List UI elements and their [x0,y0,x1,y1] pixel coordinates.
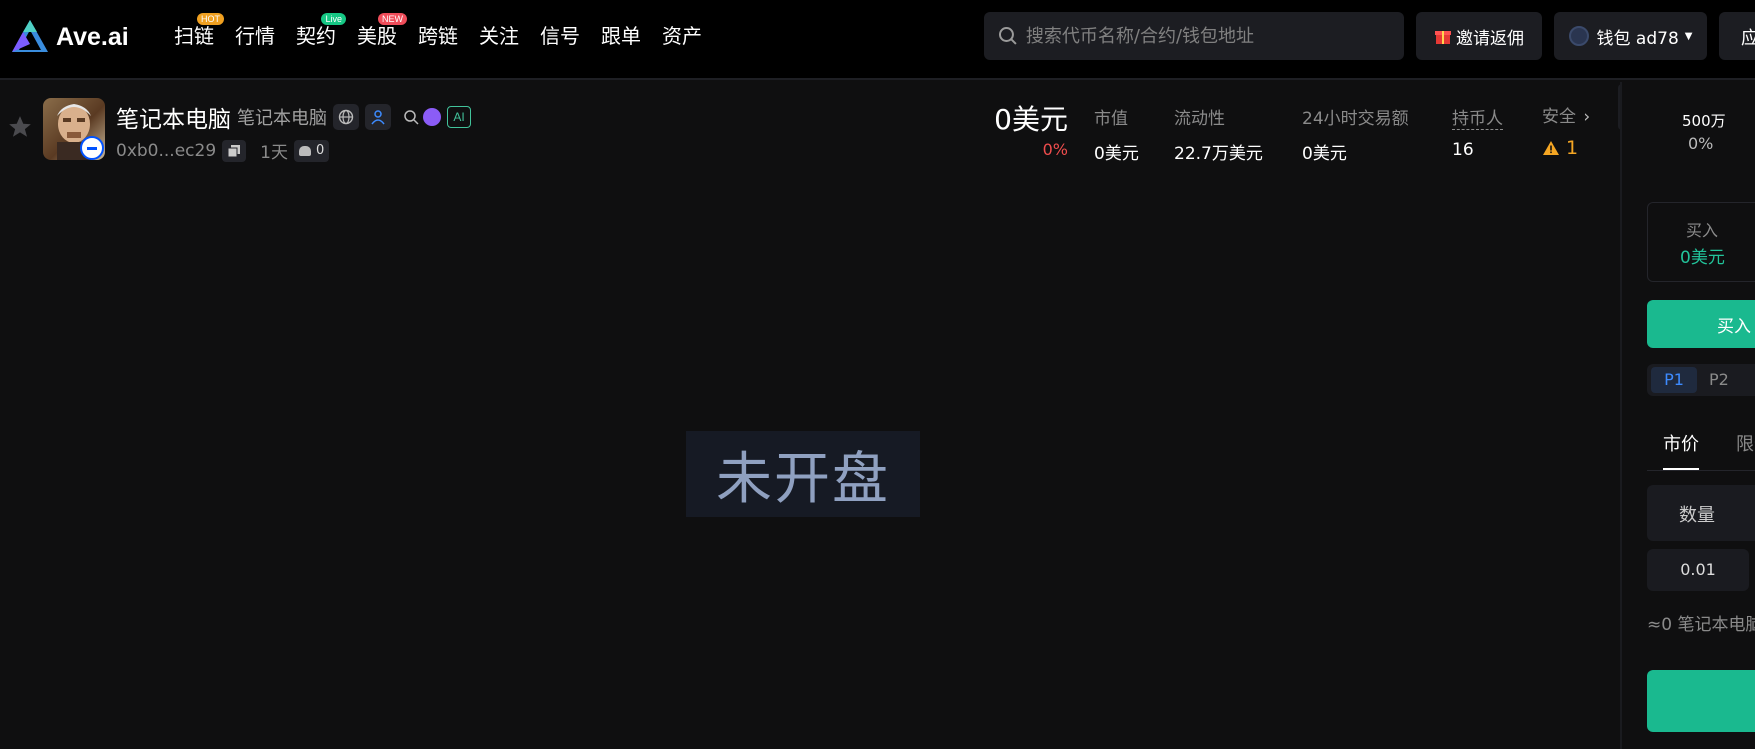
nav-item-assets[interactable]: 资产 [662,22,702,50]
search-input[interactable] [1025,25,1404,47]
buy-tab-label: 买入 [1717,317,1751,337]
amount-preset-button[interactable]: 0.01 [1647,549,1749,591]
logo[interactable]: Ave.ai [10,18,129,56]
stat-label: 市值 [1094,109,1128,129]
copy-icon[interactable] [222,139,247,162]
caret-down-icon: ▼ [1684,30,1693,42]
nav-item-scan[interactable]: 扫链 HOT [174,13,224,50]
chevron-right-icon: › [1583,107,1591,127]
wallet-avatar-icon [1568,26,1589,46]
price-change: 0% [1042,140,1068,159]
token-header: 笔记本电脑 笔记本电脑 AI 0xb0...ec29 1天 0 0美元 0% 市… [0,82,1620,172]
holder-pill-count: 0 [315,143,325,158]
contract-address: 0xb0...ec29 [116,140,217,161]
approx-receive: ≈0 笔记本电脑 [1647,615,1755,635]
preset-p1[interactable]: P1 [1651,367,1697,393]
search-icon [998,27,1017,45]
stat-volume-24h: 24小时交易额 0美元 [1302,104,1409,164]
app-button[interactable]: 应 [1719,12,1755,60]
quantity-label: 数量 [1679,505,1715,526]
invite-rebate-button[interactable]: 邀请返佣 [1416,12,1542,60]
preset-selector: P1 P2 [1647,364,1755,396]
token-name-row: 笔记本电脑 笔记本电脑 AI [116,100,471,134]
nav-item-us-stocks[interactable]: 美股 NEW [357,13,407,50]
nav-item-market[interactable]: 行情 [235,22,275,50]
search-bar[interactable] [984,12,1404,60]
token-full-name: 笔记本电脑 [237,108,327,129]
stat-value: 1 [1566,137,1579,159]
tab-market-order[interactable]: 市价 [1663,430,1699,456]
stat-label: 24小时交易额 [1302,109,1409,129]
buy-summary-value: 0美元 [1680,248,1725,268]
invite-label: 邀请返佣 [1456,28,1524,49]
nav-label: 关注 [479,24,519,48]
buy-summary-label: 买入 [1686,221,1719,240]
gift-icon [1435,31,1451,44]
stat-value: 16 [1452,140,1474,160]
website-icon[interactable] [333,104,359,130]
nav-item-watchlist[interactable]: 关注 [479,22,519,50]
confirm-buy-button[interactable] [1647,670,1755,732]
mcap-percent: 0% [1688,134,1714,153]
live-badge: Live [321,13,346,25]
buy-summary-card: 买入 0美元 [1647,202,1755,282]
app-button-label: 应 [1741,28,1755,49]
stat-value: 0美元 [1094,144,1139,164]
favorite-star-icon[interactable] [7,114,33,140]
token-name: 笔记本电脑 [116,107,231,133]
buy-tab-button[interactable]: 买入 [1647,300,1755,348]
quantity-field[interactable]: 数量 [1647,485,1755,541]
preset-p2[interactable]: P2 [1709,367,1729,393]
launchpad-icon[interactable] [423,108,441,126]
nav-item-contract[interactable]: 契约 Live [296,13,346,50]
nav-item-signals[interactable]: 信号 [540,22,580,50]
holder-pill: 0 [293,139,330,162]
creator-profile-icon[interactable] [365,104,391,130]
stat-label: 持币人 [1452,104,1503,130]
top-bar: Ave.ai 扫链 HOT 行情 契约 Live 美股 NEW 跨链 关注 信号… [0,0,1755,80]
token-address-row: 0xb0...ec29 1天 0 [116,138,330,163]
security-value-row: 1 [1542,137,1590,159]
wallet-label: 钱包 ad78 [1596,28,1679,49]
search-token-icon[interactable] [403,109,419,125]
hot-badge: HOT [197,13,224,25]
nav-label: 跨链 [418,24,458,48]
ai-analysis-icon[interactable]: AI [447,106,471,128]
not-open-label: 未开盘 [686,431,920,517]
nav-label: 行情 [235,24,275,48]
wallet-button[interactable]: 钱包 ad78 ▼ [1554,12,1707,60]
main-nav: 扫链 HOT 行情 契约 Live 美股 NEW 跨链 关注 信号 跟单 资产 [174,13,723,50]
stat-label: 流动性 [1174,109,1225,129]
nav-label: 信号 [540,24,580,48]
tab-divider [1647,470,1755,471]
trade-panel: 500万 0% 买入 0美元 买入 P1 P2 市价 限价 数量 0.01 ≈0… [1620,82,1755,749]
chef-hat-icon [298,145,311,156]
logo-text: Ave.ai [56,22,129,51]
nav-label: 契约 [296,24,336,48]
nav-item-copy-trade[interactable]: 跟单 [601,22,641,50]
stat-liquidity: 流动性 22.7万美元 [1174,104,1263,164]
stat-value: 22.7万美元 [1174,144,1263,164]
stat-market-cap: 市值 0美元 [1094,104,1139,164]
stat-holders[interactable]: 持币人 16 [1452,104,1503,160]
stat-value: 0美元 [1302,144,1347,164]
stat-label: 安全 [1542,107,1576,127]
nav-item-cross-chain[interactable]: 跨链 [418,22,458,50]
stat-security[interactable]: 安全 › 1 [1542,102,1590,159]
warning-icon [1543,141,1559,155]
token-age: 1天 [260,143,288,163]
nav-label: 扫链 [174,24,214,48]
chart-area: 未开盘 [0,172,1620,749]
ave-logo-icon [12,20,48,52]
base-chain-icon [80,136,104,160]
token-price: 0美元 [994,103,1068,136]
nav-label: 跟单 [601,24,641,48]
mcap-value: 500万 [1682,112,1726,130]
tab-limit-order[interactable]: 限价 [1736,430,1755,456]
security-label-row: 安全 › [1542,102,1590,127]
nav-label: 资产 [662,24,702,48]
nav-label: 美股 [357,24,397,48]
new-badge: NEW [378,13,407,25]
